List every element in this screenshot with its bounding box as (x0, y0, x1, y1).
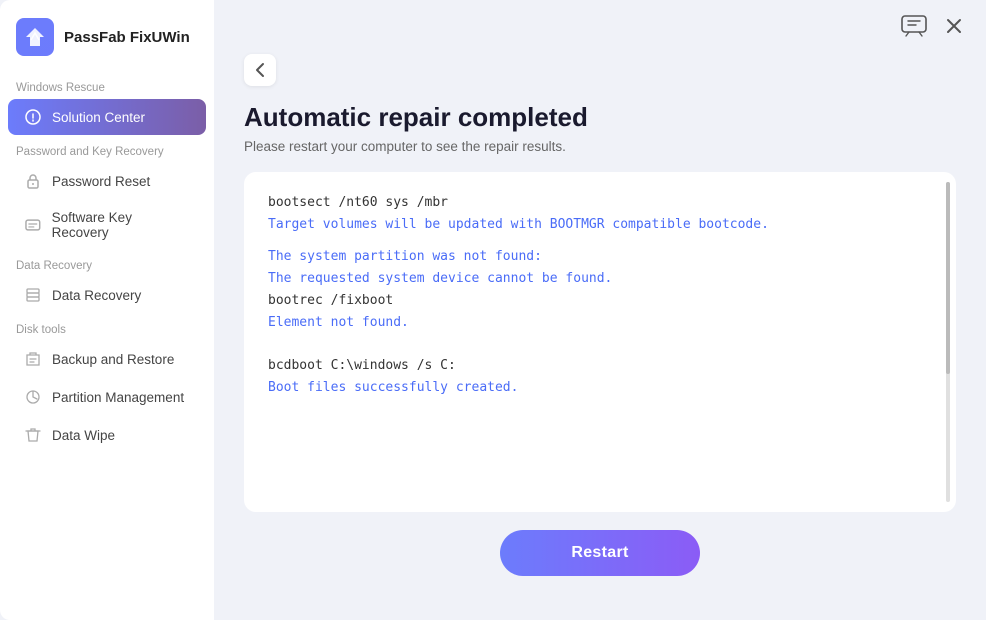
data-recovery-section: Data Recovery (0, 250, 214, 276)
password-reset-label: Password Reset (52, 174, 150, 189)
close-icon (946, 18, 962, 34)
main-content: Automatic repair completed Please restar… (214, 0, 986, 620)
page-subtitle: Please restart your computer to see the … (244, 139, 956, 154)
log-line: bootsect /nt60 sys /mbr (268, 192, 932, 214)
password-key-section: Password and Key Recovery (0, 136, 214, 162)
data-wipe-icon (24, 426, 42, 444)
log-box: bootsect /nt60 sys /mbrTarget volumes wi… (244, 172, 956, 512)
page-title: Automatic repair completed (244, 102, 956, 133)
restart-button[interactable]: Restart (500, 530, 700, 576)
scroll-indicator (946, 182, 950, 502)
sidebar-item-software-key-recovery[interactable]: Software Key Recovery (8, 201, 206, 249)
disk-tools-section: Disk tools (0, 314, 214, 340)
app-window: PassFab FixUWin Windows Rescue Solution … (0, 0, 986, 620)
partition-management-label: Partition Management (52, 390, 184, 405)
log-line: bootrec /fixboot (268, 290, 932, 312)
log-line (268, 236, 932, 246)
app-logo-icon (16, 18, 54, 56)
log-line: The requested system device cannot be fo… (268, 268, 932, 290)
close-button[interactable] (940, 12, 968, 40)
solution-center-icon (24, 108, 42, 126)
software-key-label: Software Key Recovery (52, 210, 190, 240)
solution-center-label: Solution Center (52, 110, 145, 125)
top-bar (214, 0, 986, 40)
app-name: PassFab FixUWin (64, 29, 190, 46)
backup-restore-label: Backup and Restore (52, 352, 174, 367)
log-line: Target volumes will be updated with BOOT… (268, 214, 932, 236)
log-lines-container: bootsect /nt60 sys /mbrTarget volumes wi… (268, 192, 932, 399)
backup-restore-icon (24, 350, 42, 368)
scroll-thumb (946, 182, 950, 374)
back-button[interactable] (244, 54, 276, 86)
feedback-icon (901, 15, 927, 37)
software-key-icon (24, 216, 42, 234)
log-line: Boot files successfully created. (268, 377, 932, 399)
content-area: Automatic repair completed Please restar… (214, 40, 986, 620)
partition-icon (24, 388, 42, 406)
password-reset-icon (24, 172, 42, 190)
log-line: Element not found. (268, 312, 932, 334)
log-line: bcdboot C:\windows /s C: (268, 355, 932, 377)
windows-rescue-section: Windows Rescue (0, 72, 214, 98)
sidebar-item-data-wipe[interactable]: Data Wipe (8, 417, 206, 453)
data-recovery-icon (24, 286, 42, 304)
log-line (268, 335, 932, 345)
sidebar-item-solution-center[interactable]: Solution Center (8, 99, 206, 135)
data-wipe-label: Data Wipe (52, 428, 115, 443)
log-line (268, 345, 932, 355)
data-recovery-label: Data Recovery (52, 288, 141, 303)
sidebar-item-data-recovery[interactable]: Data Recovery (8, 277, 206, 313)
sidebar-item-partition-management[interactable]: Partition Management (8, 379, 206, 415)
back-chevron-icon (255, 62, 265, 78)
log-line: The system partition was not found: (268, 246, 932, 268)
feedback-button[interactable] (900, 12, 928, 40)
sidebar-item-password-reset[interactable]: Password Reset (8, 163, 206, 199)
sidebar-logo: PassFab FixUWin (0, 0, 214, 72)
sidebar: PassFab FixUWin Windows Rescue Solution … (0, 0, 214, 620)
sidebar-item-backup-restore[interactable]: Backup and Restore (8, 341, 206, 377)
